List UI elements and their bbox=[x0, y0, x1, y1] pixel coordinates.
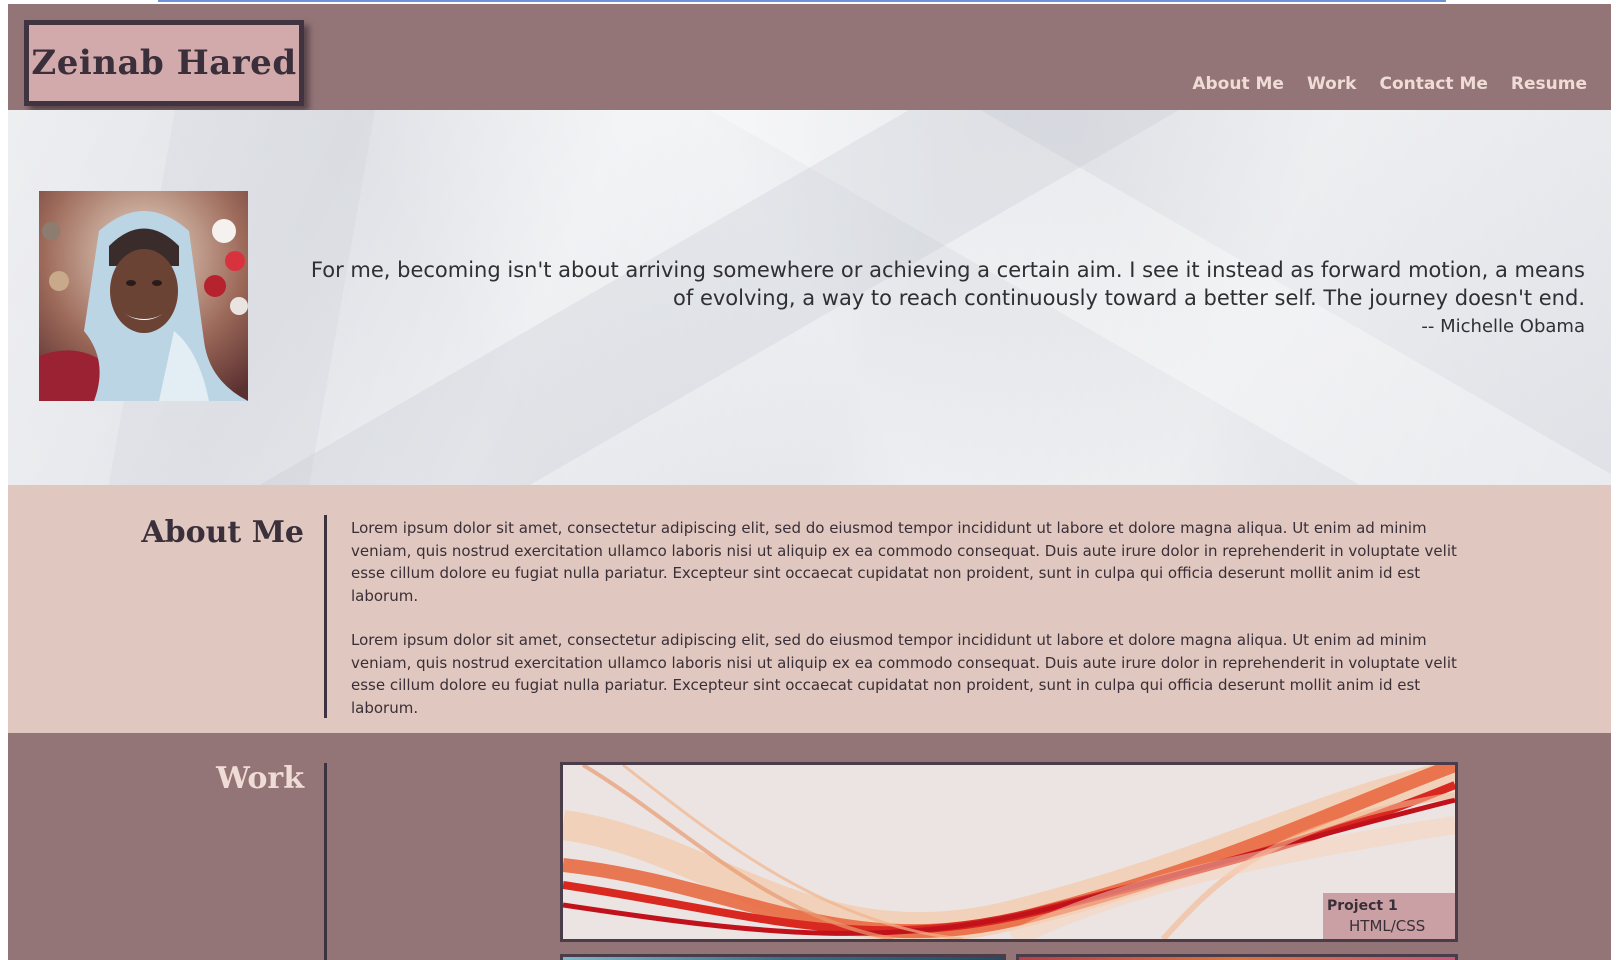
work-title: Work bbox=[216, 761, 304, 796]
nav-link-work[interactable]: Work bbox=[1307, 74, 1357, 94]
project-tech: HTML/CSS bbox=[1349, 917, 1426, 935]
nav-link-about-me[interactable]: About Me bbox=[1192, 74, 1284, 94]
hero-quote-author: -- Michelle Obama bbox=[1421, 316, 1585, 337]
project-card-2[interactable] bbox=[560, 954, 1006, 960]
about-text: Lorem ipsum dolor sit amet, consectetur … bbox=[351, 517, 1469, 741]
about-section: About Me Lorem ipsum dolor sit amet, con… bbox=[8, 485, 1611, 733]
project-label: Project 1 HTML/CSS bbox=[1323, 893, 1455, 939]
site-logo-text: Zeinab Hared bbox=[31, 43, 297, 83]
profile-photo bbox=[39, 191, 248, 401]
about-paragraph: Lorem ipsum dolor sit amet, consectetur … bbox=[351, 519, 1457, 605]
hero-quote: For me, becoming isn't about arriving so… bbox=[310, 258, 1585, 310]
hero-section: For me, becoming isn't about arriving so… bbox=[8, 110, 1611, 485]
about-paragraph: Lorem ipsum dolor sit amet, consectetur … bbox=[351, 631, 1457, 717]
work-section: Work Project 1 HTML/CSS bbox=[8, 733, 1611, 960]
logo-box[interactable]: Zeinab Hared bbox=[24, 20, 304, 106]
work-divider bbox=[324, 763, 327, 960]
project-1-image bbox=[563, 765, 1455, 939]
about-title: About Me bbox=[141, 515, 304, 550]
project-card-1[interactable]: Project 1 HTML/CSS bbox=[560, 762, 1458, 942]
project-card-3[interactable] bbox=[1016, 954, 1458, 960]
page: Zeinab Hared About Me Work Contact Me Re… bbox=[8, 0, 1611, 960]
nav-link-resume[interactable]: Resume bbox=[1511, 74, 1587, 94]
project-name: Project 1 bbox=[1327, 898, 1398, 914]
about-divider bbox=[324, 515, 327, 718]
site-header: Zeinab Hared About Me Work Contact Me Re… bbox=[8, 4, 1611, 110]
nav-link-contact-me[interactable]: Contact Me bbox=[1379, 74, 1487, 94]
main-nav: About Me Work Contact Me Resume bbox=[1192, 74, 1587, 94]
